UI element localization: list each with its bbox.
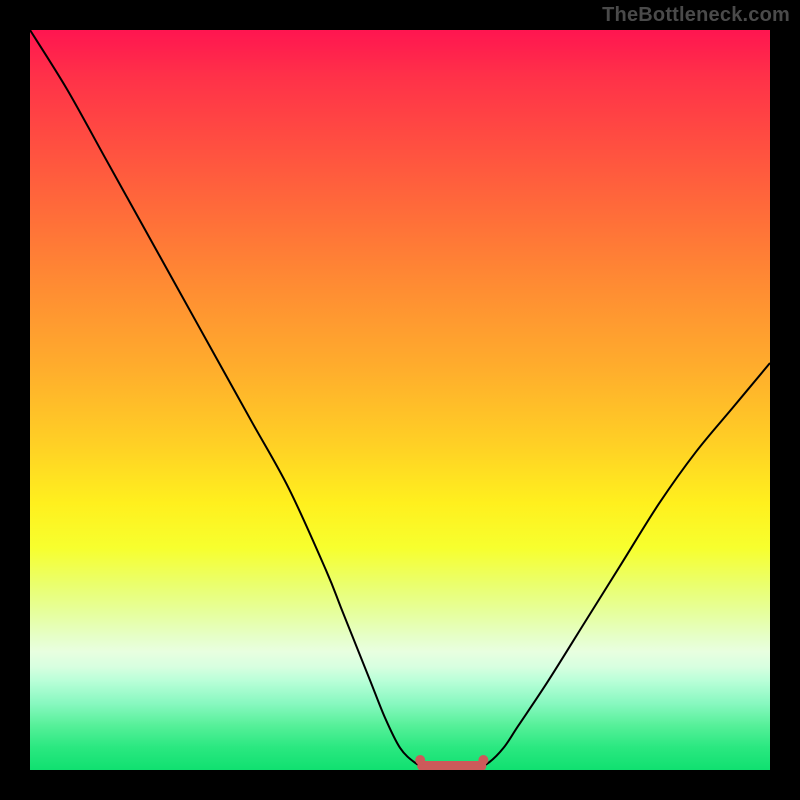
optimal-zone-left-nub	[415, 755, 425, 765]
optimal-zone-right-nub	[478, 755, 488, 765]
chart-frame: TheBottleneck.com	[0, 0, 800, 800]
plot-area	[30, 30, 770, 770]
watermark-text: TheBottleneck.com	[602, 4, 790, 27]
chart-svg	[30, 30, 770, 770]
bottleneck-curve	[30, 30, 770, 770]
optimal-zone-texture	[422, 763, 481, 765]
